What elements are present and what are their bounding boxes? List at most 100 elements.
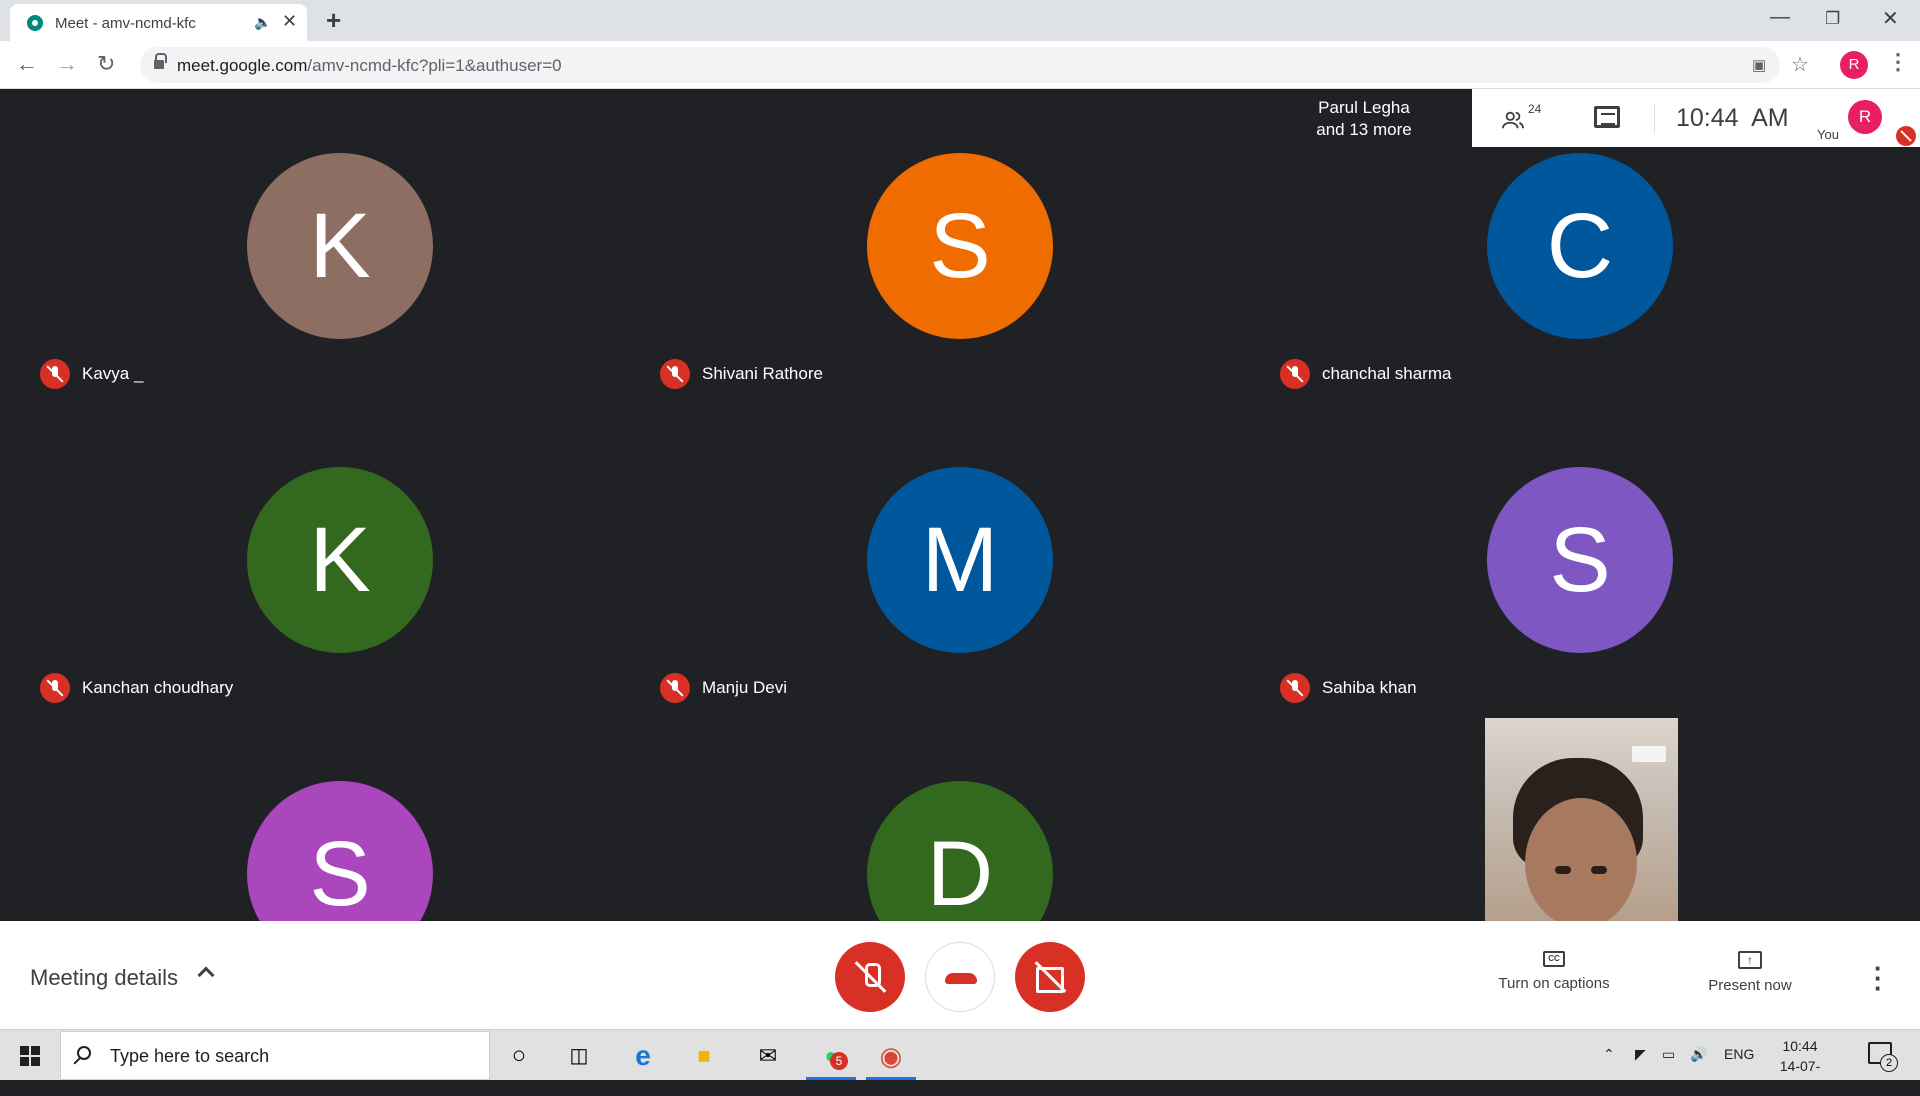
participant-avatar: S — [247, 781, 433, 921]
url-host: meet.google.com — [177, 56, 308, 75]
url-path: /amv-ncmd-kfc?pli=1&authuser=0 — [307, 56, 562, 75]
clock-date: 14-07-2020 — [1779, 1058, 1821, 1094]
reload-icon[interactable]: ↻ — [97, 51, 115, 77]
notification-count: 2 — [1880, 1054, 1898, 1072]
participant-avatar: S — [1487, 467, 1673, 653]
self-video-preview[interactable] — [1485, 718, 1678, 921]
more-options-icon[interactable]: · · · — [1874, 955, 1883, 1001]
participant-name: Sahiba khan — [1322, 678, 1417, 697]
participant-tile[interactable]: M Manju Devi — [650, 403, 1270, 717]
presenter-text: Parul Legha and 13 more — [1256, 97, 1472, 141]
participant-avatar: C — [1487, 153, 1673, 339]
participant-avatar: S — [867, 153, 1053, 339]
chrome-icon[interactable]: ◉ — [875, 1040, 907, 1072]
meeting-clock: 10:44 AM — [1676, 104, 1789, 132]
participant-name: Kanchan choudhary — [82, 678, 234, 697]
participant-tile[interactable]: D — [650, 717, 1270, 921]
participant-tile[interactable]: S — [30, 717, 650, 921]
participant-tile[interactable]: K Kavya _ — [30, 89, 650, 403]
speaker-icon[interactable]: 🔈 — [254, 14, 271, 31]
presenter-name: Parul Legha — [1318, 98, 1410, 117]
meet-favicon-icon — [27, 15, 43, 31]
battery-icon[interactable]: ▭ — [1662, 1046, 1675, 1063]
face — [1525, 798, 1637, 921]
participant-avatar: K — [247, 467, 433, 653]
lock-icon[interactable] — [154, 53, 167, 70]
windows-taskbar: Type here to search ○ ◫ e ■ ✉ ● 5 ◉ ⌃ ◤ … — [0, 1029, 1920, 1094]
address-bar[interactable]: meet.google.com/amv-ncmd-kfc?pli=1&authu… — [140, 47, 1780, 83]
edge-browser-icon[interactable]: e — [627, 1040, 659, 1072]
profile-avatar[interactable]: R — [1840, 51, 1868, 79]
new-tab-button[interactable]: + — [326, 5, 341, 36]
participant-tile[interactable]: S Sahiba khan — [1270, 403, 1890, 717]
close-tab-icon[interactable]: ✕ — [282, 11, 297, 32]
self-mic-off-icon — [1896, 126, 1916, 146]
taskbar-search[interactable]: Type here to search — [60, 1031, 490, 1080]
participant-name: Kavya _ — [82, 364, 144, 383]
search-icon — [77, 1046, 91, 1060]
browser-tab[interactable]: Meet - amv-ncmd-kfc 🔈 ✕ — [10, 4, 307, 41]
self-avatar[interactable]: R — [1848, 100, 1882, 134]
eye — [1591, 866, 1607, 874]
search-placeholder: Type here to search — [110, 1046, 270, 1066]
presenter-more: and 13 more — [1316, 120, 1412, 139]
mic-off-icon — [1280, 359, 1310, 389]
tray-overflow-icon[interactable]: ⌃ — [1603, 1046, 1615, 1063]
captions-button[interactable]: CC Turn on captions — [1480, 951, 1628, 992]
leave-call-button[interactable] — [925, 942, 995, 1012]
cortana-icon[interactable]: ○ — [503, 1040, 535, 1072]
restore-window-icon[interactable]: ❐ — [1825, 9, 1840, 29]
url-text[interactable]: meet.google.com/amv-ncmd-kfc?pli=1&authu… — [177, 56, 562, 76]
eye — [1555, 866, 1571, 874]
browser-menu-icon[interactable]: ⋮ — [1887, 49, 1909, 75]
participant-avatar: M — [867, 467, 1053, 653]
taskbar-clock[interactable]: 10:44 14-07-2020 — [1768, 1036, 1832, 1096]
participant-count: 24 — [1528, 102, 1542, 116]
participant-tile[interactable]: K Kanchan choudhary — [30, 403, 650, 717]
camera-toggle-button[interactable] — [1015, 942, 1085, 1012]
back-icon[interactable]: ← — [16, 51, 38, 77]
tab-title: Meet - amv-ncmd-kfc — [55, 15, 196, 32]
meeting-details-button[interactable]: Meeting details — [30, 965, 178, 991]
whatsapp-badge: 5 — [830, 1052, 848, 1070]
presenter-indicator[interactable]: Parul Legha and 13 more — [1256, 89, 1472, 147]
browser-toolbar: ← → ↻ meet.google.com/amv-ncmd-kfc?pli=1… — [0, 41, 1920, 89]
chevron-up-icon[interactable] — [197, 966, 215, 984]
participant-avatar: K — [247, 153, 433, 339]
participant-tile[interactable]: S Shivani Rathore — [650, 89, 1270, 403]
browser-tab-strip: Meet - amv-ncmd-kfc 🔈 ✕ + — ❐ ✕ — [0, 0, 1920, 41]
close-window-icon[interactable]: ✕ — [1882, 6, 1899, 31]
call-controls-bar: Meeting details CC Turn on captions ↑ Pr… — [0, 921, 1920, 1029]
background-object — [1632, 746, 1666, 762]
camera-blocked-icon[interactable]: ▣ — [1752, 56, 1766, 74]
task-view-icon[interactable]: ◫ — [563, 1040, 595, 1072]
meet-header: 24 10:44 AM You R — [1472, 89, 1920, 147]
mic-off-icon — [1280, 673, 1310, 703]
present-icon: ↑ — [1738, 951, 1762, 969]
clock-time: 10:44 — [1782, 1038, 1818, 1054]
mic-off-icon — [660, 673, 690, 703]
mic-off-icon — [40, 673, 70, 703]
participant-name: Shivani Rathore — [702, 364, 823, 383]
captions-label: Turn on captions — [1498, 975, 1610, 992]
people-icon[interactable] — [1502, 109, 1524, 131]
participant-name: chanchal sharma — [1322, 364, 1452, 383]
forward-icon[interactable]: → — [56, 51, 78, 77]
participant-avatar: D — [867, 781, 1053, 921]
mic-off-icon — [40, 359, 70, 389]
language-indicator[interactable]: ENG — [1724, 1046, 1754, 1062]
file-explorer-icon[interactable]: ■ — [688, 1040, 720, 1072]
present-label: Present now — [1708, 977, 1792, 994]
divider — [1654, 103, 1655, 133]
mail-icon[interactable]: ✉ — [752, 1040, 784, 1072]
wifi-icon[interactable]: ◤ — [1635, 1046, 1646, 1063]
minimize-window-icon[interactable]: — — [1770, 6, 1790, 29]
volume-icon[interactable]: 🔊 — [1690, 1046, 1707, 1063]
captions-icon: CC — [1543, 951, 1565, 967]
chat-icon[interactable] — [1594, 106, 1620, 128]
bookmark-star-icon[interactable]: ☆ — [1791, 52, 1809, 77]
windows-start-icon[interactable] — [20, 1046, 40, 1066]
present-now-button[interactable]: ↑ Present now — [1690, 951, 1810, 994]
microphone-toggle-button[interactable] — [835, 942, 905, 1012]
participant-name: Manju Devi — [702, 678, 788, 697]
